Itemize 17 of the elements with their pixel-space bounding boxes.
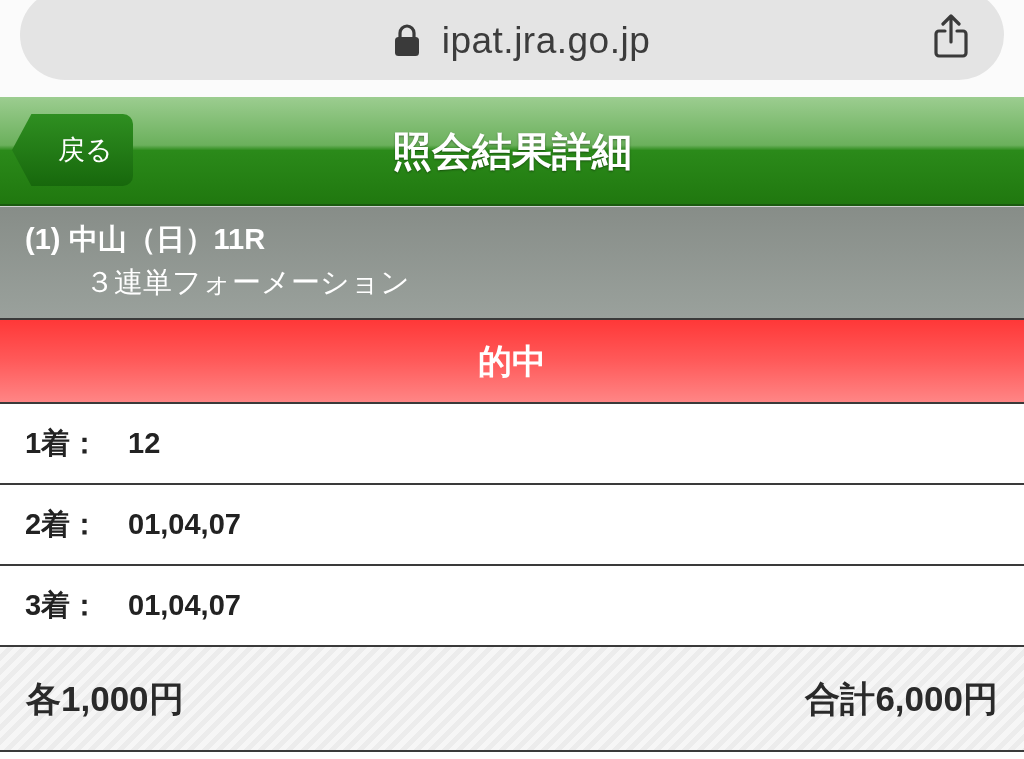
horse-numbers: 01,04,07 — [128, 591, 241, 620]
back-button[interactable]: 戻る — [12, 114, 133, 186]
position-label: 1着： — [25, 429, 101, 458]
total-amount-text: 合計6,000円 — [805, 681, 998, 716]
address-bar[interactable]: ipat.jra.go.jp — [20, 0, 1004, 80]
horse-numbers: 12 — [128, 429, 161, 458]
url-text: ipat.jra.go.jp — [441, 21, 651, 59]
race-text: (1) 中山（日）11R — [25, 225, 267, 254]
position-label: 3着： — [25, 591, 101, 620]
page-title: 照会結果詳細 — [392, 130, 632, 171]
unit-stake-text: 各1,000円 — [26, 681, 184, 716]
share-icon[interactable] — [932, 14, 970, 58]
bet-type-text: ３連単フォーメーション — [84, 268, 411, 297]
lock-icon — [393, 24, 420, 56]
position-label: 2着： — [25, 510, 101, 539]
result-label: 的中 — [478, 344, 546, 378]
horse-numbers: 01,04,07 — [128, 510, 241, 539]
